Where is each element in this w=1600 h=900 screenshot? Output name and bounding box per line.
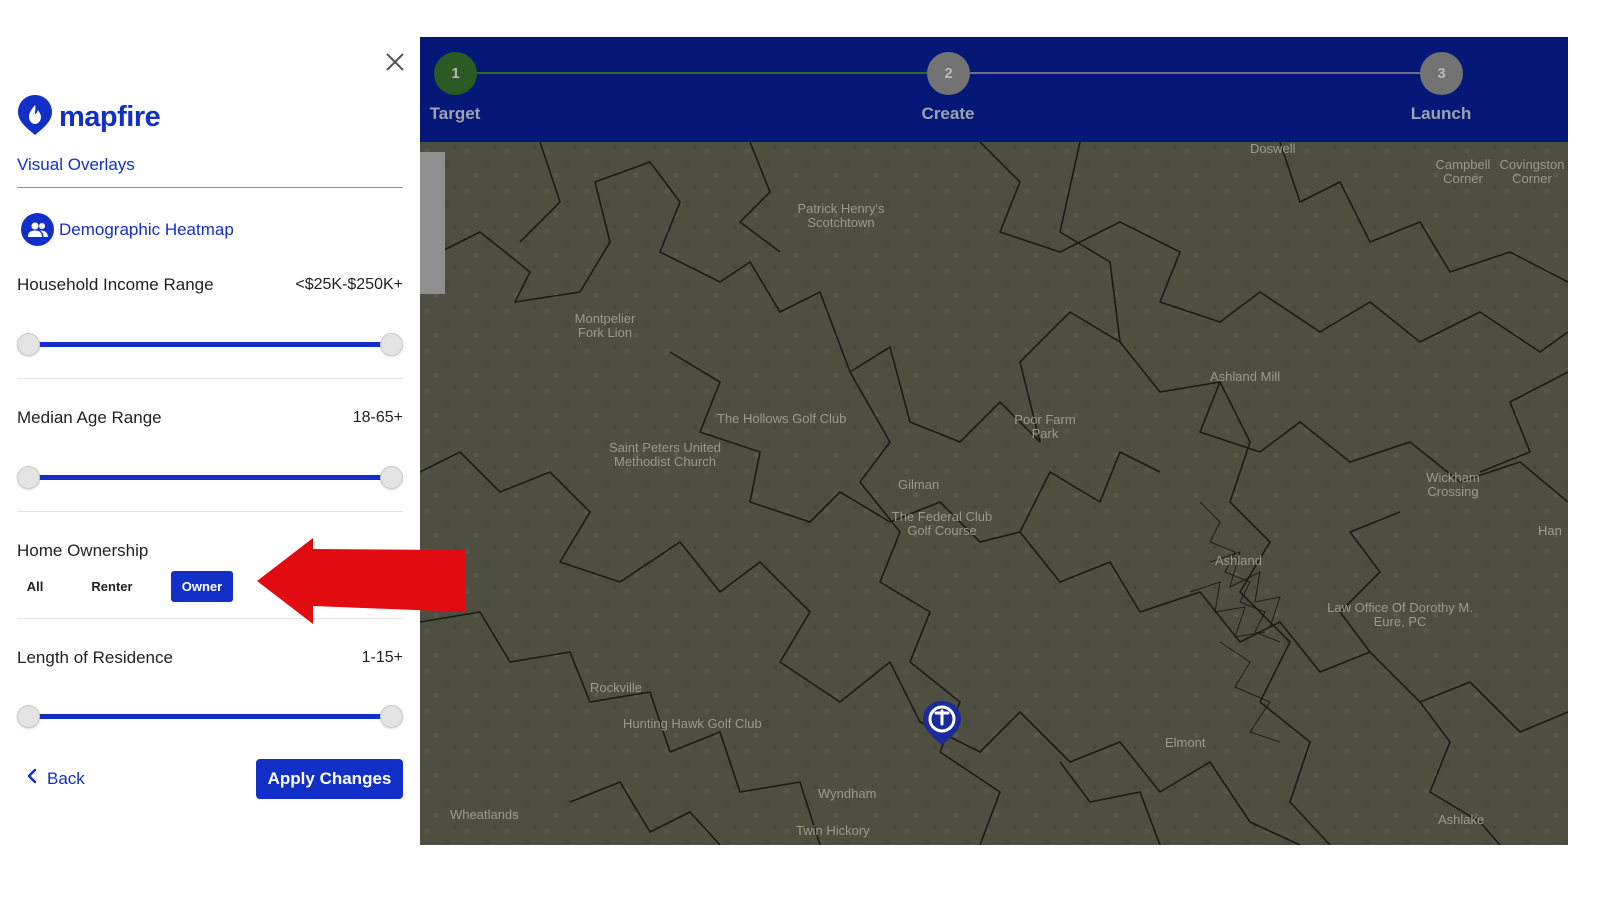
map-place-label: Wyndham [818, 786, 877, 801]
slider-min-handle[interactable] [17, 333, 40, 356]
map-place-label: Han [1538, 523, 1562, 538]
step-1-label: Target [429, 104, 481, 123]
map-place-label: Patrick Henry's Scotchtown [797, 201, 885, 230]
settings-panel: mapfire Visual Overlays Demographic Heat… [0, 0, 420, 900]
income-range-label: Household Income Range [17, 275, 214, 294]
annotation-arrow [255, 536, 467, 631]
age-range-value: 18-65+ [352, 409, 403, 426]
map-place-label: Doswell [1250, 142, 1296, 156]
logo-text: mapfire [59, 101, 161, 133]
map-place-label: Poor Farm Park [1014, 412, 1076, 441]
ownership-option-all[interactable]: All [17, 571, 53, 602]
map-place-label: Rockville [590, 680, 643, 695]
map-place-label: Law Office Of Dorothy M. Eure, PC [1327, 600, 1473, 629]
step-connector [476, 72, 928, 74]
age-range-label: Median Age Range [17, 408, 162, 427]
step-2-label: Create [921, 104, 975, 123]
map-place-label: Wheatlands [450, 807, 519, 822]
divider [17, 378, 403, 379]
mapfire-logo-icon [17, 94, 53, 141]
apply-changes-button[interactable]: Apply Changes [256, 759, 403, 799]
home-ownership-label: Home Ownership [17, 541, 149, 560]
map-place-label: Ashland [1215, 553, 1262, 568]
slider-min-handle[interactable] [17, 466, 40, 489]
ownership-option-renter[interactable]: Renter [82, 571, 142, 602]
back-label: Back [47, 768, 85, 788]
divider [17, 511, 403, 512]
slider-track [27, 475, 393, 480]
census-boundaries [420, 142, 1568, 845]
ownership-option-owner[interactable]: Owner [171, 571, 233, 602]
residence-length-label: Length of Residence [17, 648, 173, 667]
close-icon[interactable] [383, 50, 407, 74]
map-place-label: Hunting Hawk Golf Club [623, 716, 762, 731]
income-range-slider[interactable] [17, 333, 403, 357]
slider-min-handle[interactable] [17, 705, 40, 728]
map-canvas[interactable]: Doswell Campbell Corner Covingston Corne… [420, 142, 1568, 845]
map-place-label: Gilman [898, 477, 940, 492]
slider-track [27, 342, 393, 347]
age-range-slider[interactable] [17, 466, 403, 490]
map-place-label: Saint Peters United Methodist Church [608, 440, 721, 469]
section-title: Visual Overlays [17, 155, 135, 174]
map-place-label: Twin Hickory [796, 823, 870, 838]
map-place-label: Campbell Corner [1435, 157, 1491, 186]
chevron-left-icon [27, 768, 37, 789]
slider-max-handle[interactable] [380, 705, 403, 728]
step-connector [970, 72, 1420, 74]
map-side-tab[interactable] [420, 152, 445, 294]
progress-stepper: 1 2 3 Target Create Launch [420, 37, 1568, 142]
map-place-label: The Federal Club Golf Course [891, 509, 993, 538]
map-place-label: Ashland Mill [1210, 369, 1281, 384]
section-divider [17, 187, 403, 188]
step-1-indicator[interactable]: 1 [434, 52, 477, 95]
map-place-label: Ashlake [1438, 812, 1485, 827]
map-place-label: Covingston Corner [1499, 157, 1565, 186]
location-pin-icon[interactable] [921, 699, 963, 752]
map-place-label: Wickham Crossing [1426, 470, 1480, 499]
demographic-heatmap-toggle[interactable]: Demographic Heatmap [21, 213, 234, 246]
map-place-label: Elmont [1165, 735, 1206, 750]
step-3-label: Launch [1410, 104, 1472, 123]
slider-track [27, 714, 393, 719]
map-place-label: The Hollows Golf Club [717, 411, 847, 426]
step-3-indicator[interactable]: 3 [1420, 52, 1463, 95]
residence-length-value: 1-15+ [361, 649, 403, 666]
slider-max-handle[interactable] [380, 466, 403, 489]
overlay-label: Demographic Heatmap [59, 219, 234, 239]
back-button[interactable]: Back [27, 768, 85, 789]
step-2-indicator[interactable]: 2 [927, 52, 970, 95]
residence-length-slider[interactable] [17, 705, 403, 729]
income-range-value: <$25K-$250K+ [295, 276, 403, 293]
logo: mapfire [17, 94, 161, 141]
people-icon [21, 213, 54, 246]
map-place-label: Montpelier Fork Lion [574, 311, 636, 340]
slider-max-handle[interactable] [380, 333, 403, 356]
